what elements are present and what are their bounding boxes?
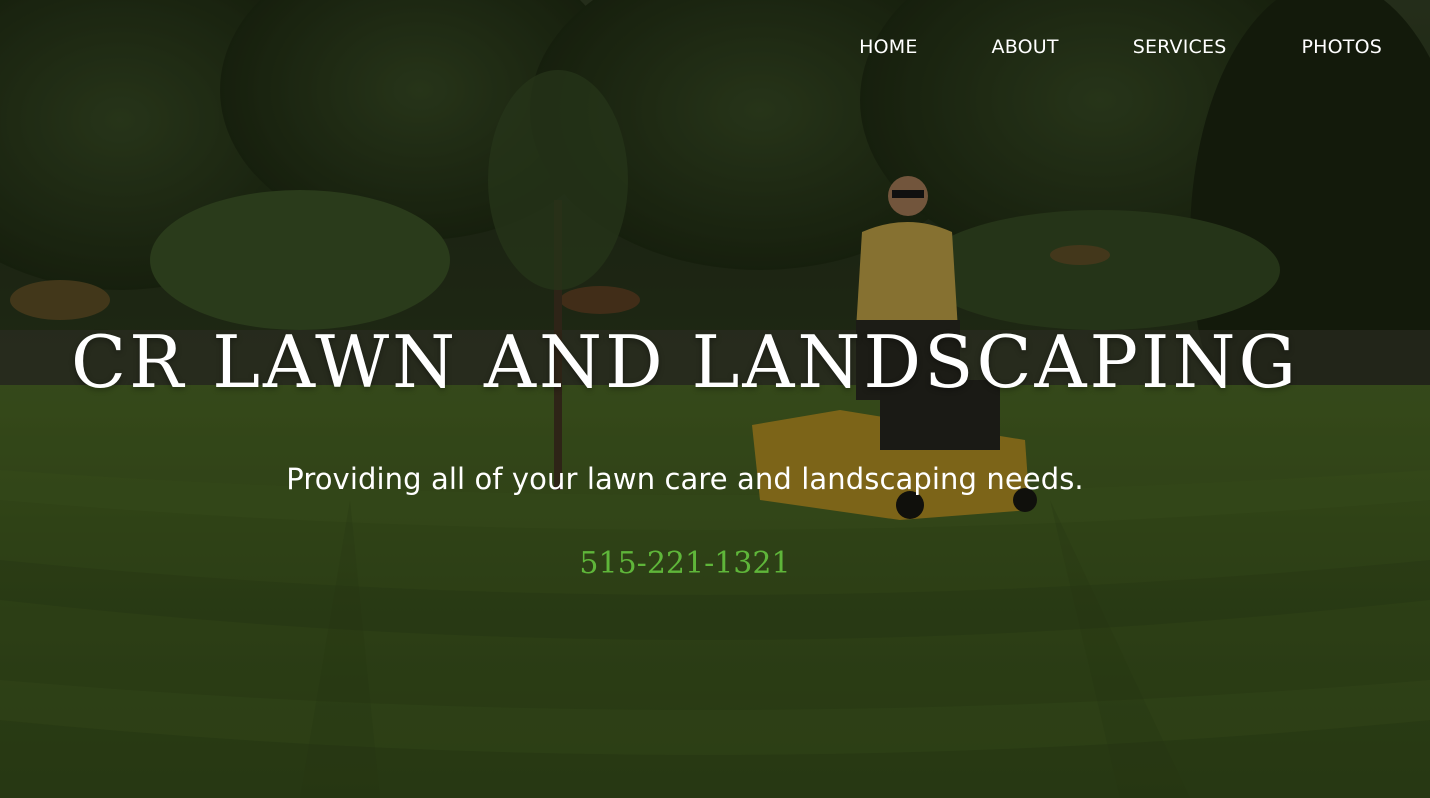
- nav-photos-link[interactable]: PHOTOS: [1301, 33, 1382, 61]
- site-tagline: Providing all of your lawn care and land…: [286, 462, 1084, 496]
- nav-about-link[interactable]: ABOUT: [992, 33, 1059, 61]
- phone-number-link[interactable]: 515-221-1321: [0, 543, 1370, 585]
- site-title: CR LAWN AND LANDSCAPING: [71, 320, 1299, 404]
- nav-services-link[interactable]: SERVICES: [1133, 33, 1227, 61]
- main-nav: HOME ABOUT SERVICES PHOTOS: [859, 33, 1382, 61]
- hero-section: HOME ABOUT SERVICES PHOTOS CR LAWN AND L…: [0, 0, 1430, 798]
- nav-home-link[interactable]: HOME: [859, 33, 917, 61]
